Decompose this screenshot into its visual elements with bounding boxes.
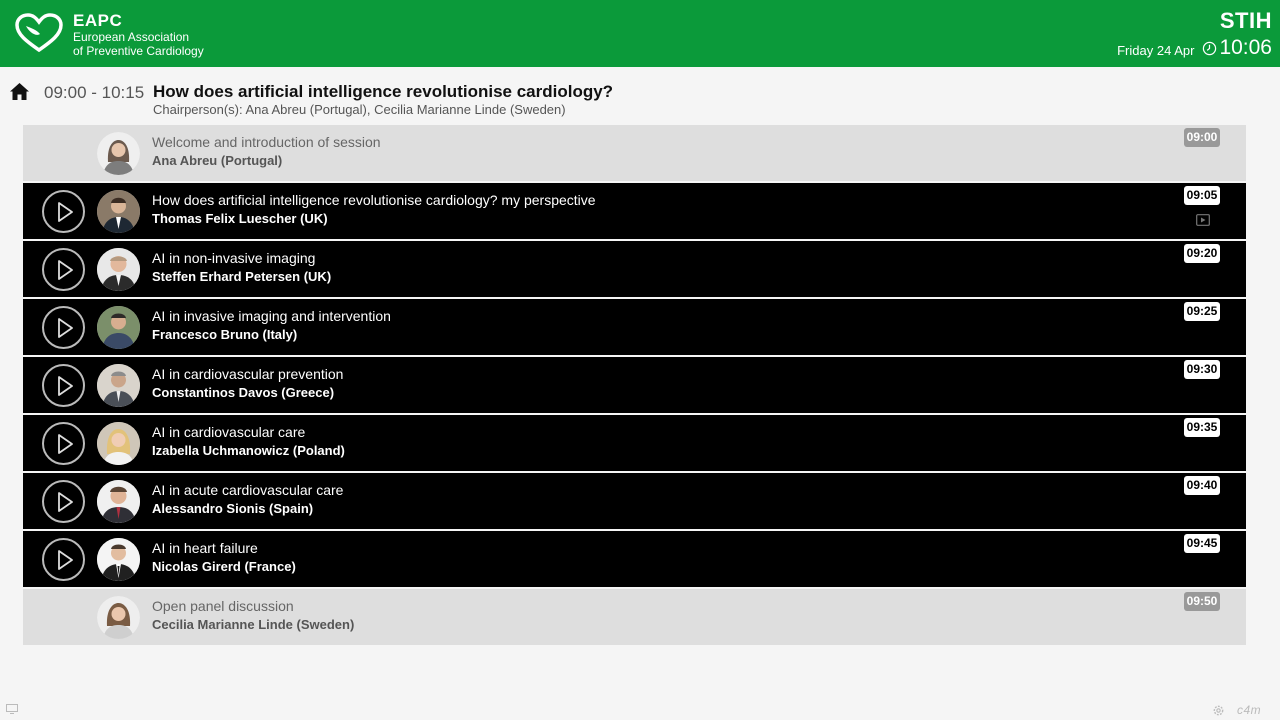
talk-title: Welcome and introduction of session [152,134,381,150]
talk-time-badge: 09:30 [1184,360,1220,379]
talk-time-badge: 09:45 [1184,534,1220,553]
gear-icon[interactable] [1212,704,1225,717]
play-button[interactable] [42,538,85,581]
talk-row[interactable]: AI in cardiovascular prevention Constant… [23,357,1246,413]
talk-row[interactable]: Open panel discussion Cecilia Marianne L… [23,589,1246,645]
talk-title: AI in non-invasive imaging [152,250,316,266]
talk-time-badge: 09:20 [1184,244,1220,263]
room-and-clock: STIH Friday 24 Apr 10:06 [1117,8,1272,60]
talk-row[interactable]: How does artificial intelligence revolut… [23,183,1246,239]
talk-title: AI in heart failure [152,540,258,556]
clock-icon [1203,41,1217,56]
talk-time-badge: 09:25 [1184,302,1220,321]
platform-brand-mark: c4m [1237,703,1262,717]
play-button[interactable] [42,306,85,349]
current-date: Friday 24 Apr [1117,43,1195,58]
screen-icon[interactable] [6,704,18,714]
video-icon[interactable] [1196,214,1210,226]
speaker-avatar [97,422,140,465]
logo-name-line-1: European Association [73,30,190,44]
speaker-avatar [97,480,140,523]
logo-abbreviation: EAPC [73,11,123,30]
speaker-avatar [97,364,140,407]
play-icon [58,260,73,280]
session-chairpersons: Chairperson(s): Ana Abreu (Portugal), Ce… [153,102,566,117]
play-icon [58,318,73,338]
talk-row[interactable]: AI in invasive imaging and intervention … [23,299,1246,355]
play-button[interactable] [42,248,85,291]
talk-time-badge: 09:05 [1184,186,1220,205]
logo-name-line-2: of Preventive Cardiology [73,44,204,58]
organization-logo-text: EAPC European Association of Preventive … [73,12,204,57]
talk-title: AI in acute cardiovascular care [152,482,344,498]
talk-title: AI in cardiovascular prevention [152,366,344,382]
home-icon[interactable] [9,82,30,101]
speaker-avatar [97,306,140,349]
speaker-name: Cecilia Marianne Linde (Sweden) [152,617,355,632]
talk-title: Open panel discussion [152,598,294,614]
play-icon [58,434,73,454]
session-time-range: 09:00 - 10:15 [44,83,145,102]
current-time: 10:06 [1219,36,1272,59]
top-bar: EAPC European Association of Preventive … [0,0,1280,67]
play-icon [58,550,73,570]
talk-row[interactable]: AI in cardiovascular care Izabella Uchma… [23,415,1246,471]
play-button[interactable] [42,364,85,407]
speaker-name: Alessandro Sionis (Spain) [152,501,314,516]
room-name: STIH [1219,8,1272,33]
talk-time-badge: 09:50 [1184,592,1220,611]
eapc-heart-logo-icon [15,13,63,53]
play-button[interactable] [42,422,85,465]
talk-title: How does artificial intelligence revolut… [152,192,596,208]
speaker-name: Steffen Erhard Petersen (UK) [152,269,332,284]
play-button[interactable] [42,190,85,233]
talk-title: AI in invasive imaging and intervention [152,308,391,324]
speaker-name: Izabella Uchmanowicz (Poland) [152,443,345,458]
speaker-avatar [97,538,140,581]
speaker-name: Ana Abreu (Portugal) [152,153,283,168]
talk-time-badge: 09:00 [1184,128,1220,147]
talk-list: Welcome and introduction of session Ana … [23,125,1246,647]
speaker-name: Francesco Bruno (Italy) [152,327,298,342]
talk-time-badge: 09:40 [1184,476,1220,495]
talk-title: AI in cardiovascular care [152,424,306,440]
talk-row[interactable]: Welcome and introduction of session Ana … [23,125,1246,181]
play-button[interactable] [42,480,85,523]
speaker-name: Constantinos Davos (Greece) [152,385,335,400]
talk-time-badge: 09:35 [1184,418,1220,437]
speaker-name: Nicolas Girerd (France) [152,559,296,574]
play-icon [58,376,73,396]
speaker-avatar [97,248,140,291]
talk-row[interactable]: AI in acute cardiovascular care Alessand… [23,473,1246,529]
speaker-avatar [97,190,140,233]
speaker-avatar [97,132,140,175]
talk-row[interactable]: AI in non-invasive imaging Steffen Erhar… [23,241,1246,297]
speaker-name: Thomas Felix Luescher (UK) [152,211,328,226]
session-title: How does artificial intelligence revolut… [153,82,614,101]
play-icon [58,202,73,222]
play-icon [58,492,73,512]
speaker-avatar [97,596,140,639]
talk-row[interactable]: AI in heart failure Nicolas Girerd (Fran… [23,531,1246,587]
